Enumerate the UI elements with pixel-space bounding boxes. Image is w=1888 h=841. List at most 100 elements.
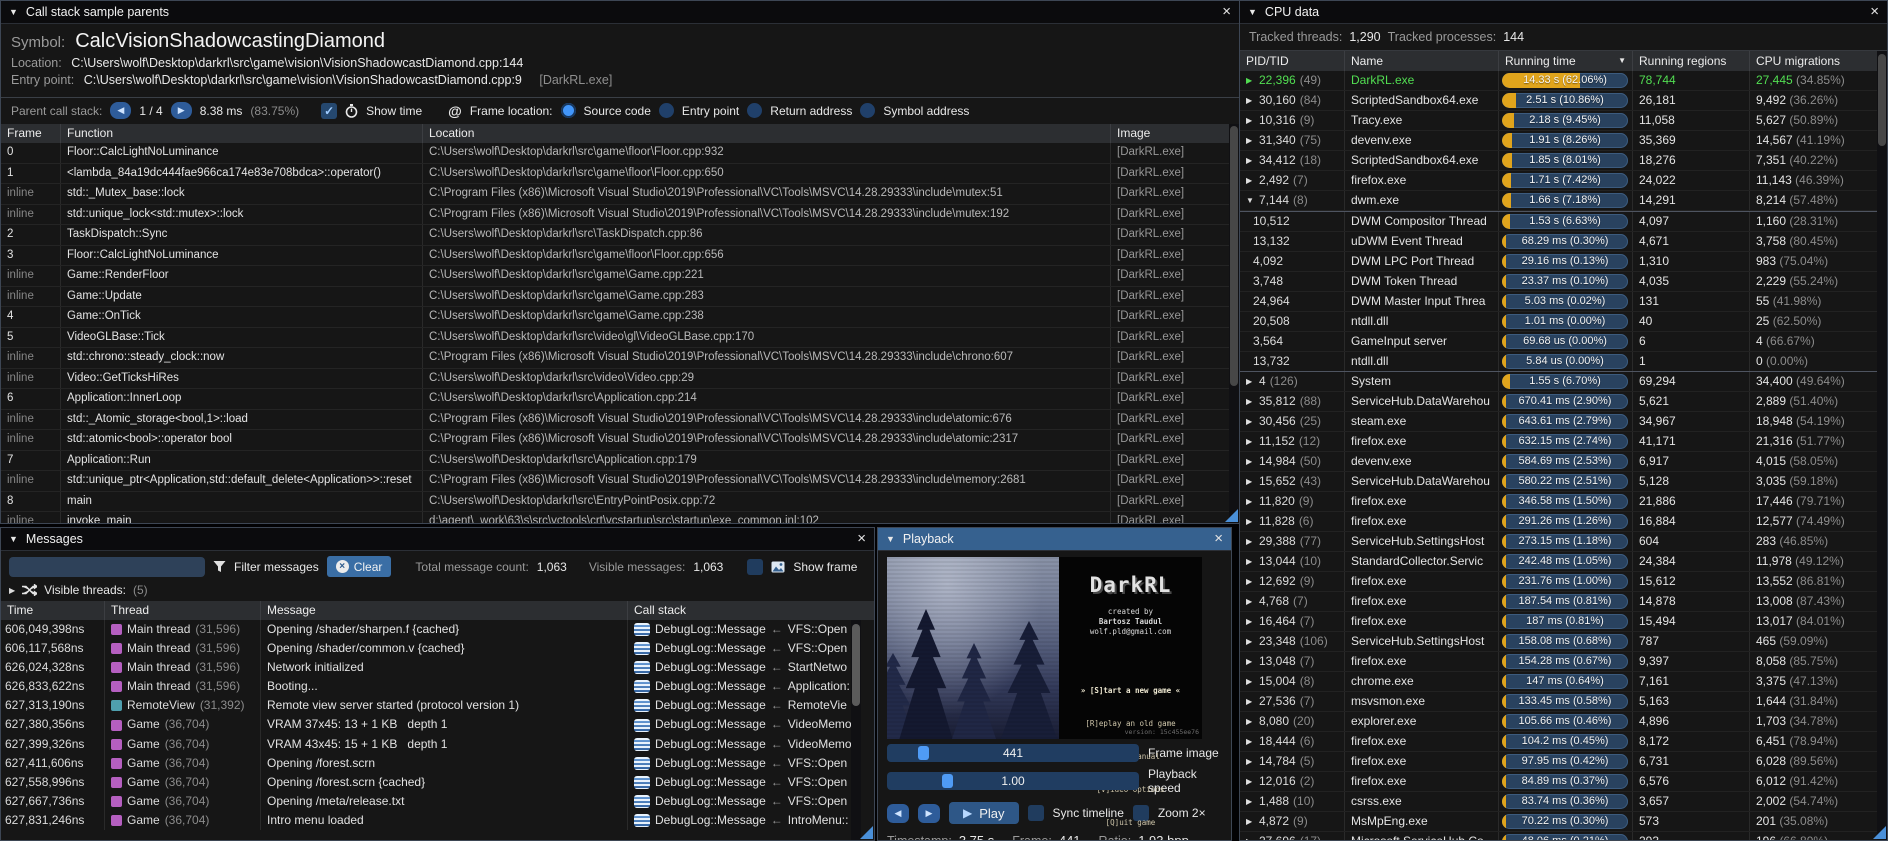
- messages-scrollbar[interactable]: [851, 620, 861, 840]
- expand-icon[interactable]: ▶: [1246, 812, 1255, 831]
- callstack-row[interactable]: inline std::chrono::steady_clock::now C:…: [1, 348, 1239, 369]
- expand-icon[interactable]: ▶: [1246, 712, 1255, 731]
- cpu-process-row[interactable]: ▶ 14,784 (5) firefox.exe 97.95 ms (0.42%…: [1240, 752, 1887, 772]
- expand-icon[interactable]: ▶: [1246, 111, 1255, 130]
- cpu-process-row[interactable]: ▶ 12,016 (2) firefox.exe 84.89 ms (0.37%…: [1240, 772, 1887, 792]
- expand-icon[interactable]: ▶: [1246, 792, 1255, 811]
- prev-frame-button[interactable]: ◀: [887, 804, 909, 823]
- cpu-process-row[interactable]: ▶ 30,160 (84) ScriptedSandbox64.exe 2.51…: [1240, 91, 1887, 111]
- message-row[interactable]: 627,313,190ns RemoteView (31,392) Remote…: [1, 696, 874, 715]
- close-icon[interactable]: ×: [857, 532, 866, 546]
- expand-icon[interactable]: ▶: [1246, 432, 1255, 451]
- expand-icon[interactable]: ▶: [1246, 412, 1255, 431]
- cpu-process-row[interactable]: ▶ 15,004 (8) chrome.exe 147 ms (0.64%) 7…: [1240, 672, 1887, 692]
- scrollbar-thumb[interactable]: [852, 624, 860, 706]
- col-pid-tid[interactable]: PID/TID: [1240, 51, 1345, 71]
- callstack-icon[interactable]: [634, 642, 650, 655]
- resize-grip[interactable]: [1873, 826, 1886, 839]
- cpu-process-row[interactable]: ▶ 4,872 (9) MsMpEng.exe 70.22 ms (0.30%)…: [1240, 812, 1887, 832]
- callstack-row[interactable]: 7 Application::Run C:\Users\wolf\Desktop…: [1, 451, 1239, 472]
- callstack-icon[interactable]: [634, 814, 650, 827]
- resize-grip[interactable]: [860, 826, 873, 839]
- cpu-process-row[interactable]: ▶ 14,984 (50) devenv.exe 584.69 ms (2.53…: [1240, 452, 1887, 472]
- expand-icon[interactable]: ▶: [1246, 652, 1255, 671]
- close-icon[interactable]: ×: [1870, 5, 1879, 19]
- cpu-process-row[interactable]: 24,964 DWM Master Input Threa 5.03 ms (0…: [1240, 292, 1887, 312]
- cpu-process-row[interactable]: ▶ 11,820 (9) firefox.exe 346.58 ms (1.50…: [1240, 492, 1887, 512]
- expand-icon[interactable]: ▶: [1246, 131, 1255, 150]
- callstack-row[interactable]: 3 Floor::CalcLightNoLuminance C:\Users\w…: [1, 246, 1239, 267]
- radio-return-address[interactable]: [747, 103, 762, 118]
- show-frame-checkbox[interactable]: [747, 559, 763, 575]
- callstack-row[interactable]: inline std::_Mutex_base::lock C:\Program…: [1, 184, 1239, 205]
- cpu-process-row[interactable]: ▶ 18,444 (6) firefox.exe 104.2 ms (0.45%…: [1240, 732, 1887, 752]
- cpu-process-row[interactable]: ▶ 1,488 (10) csrss.exe 83.74 ms (0.36%) …: [1240, 792, 1887, 812]
- message-row[interactable]: 627,667,736ns Game (36,704) Opening /met…: [1, 792, 874, 811]
- col-name[interactable]: Name: [1345, 51, 1499, 71]
- expand-icon[interactable]: ▶: [1246, 372, 1255, 391]
- message-row[interactable]: 627,399,326ns Game (36,704) VRAM 43x45: …: [1, 735, 874, 754]
- expand-icon[interactable]: ▶: [1246, 151, 1255, 170]
- cpu-process-row[interactable]: 3,748 DWM Token Thread 23.37 ms (0.10%) …: [1240, 272, 1887, 292]
- message-row[interactable]: 627,411,606ns Game (36,704) Opening /for…: [1, 754, 874, 773]
- message-row[interactable]: 606,117,568ns Main thread (31,596) Openi…: [1, 639, 874, 658]
- callstack-row[interactable]: 0 Floor::CalcLightNoLuminance C:\Users\w…: [1, 143, 1239, 164]
- cpu-process-row[interactable]: 13,732 ntdll.dll 5.84 us (0.00%) 1 0 (0.…: [1240, 352, 1887, 372]
- messages-titlebar[interactable]: ▼ Messages ×: [1, 528, 874, 551]
- col-frame[interactable]: Frame: [1, 124, 61, 143]
- col-callstack[interactable]: Call stack: [628, 601, 874, 620]
- callstack-row[interactable]: inline invoke_main d:\agent\_work\63\s\s…: [1, 512, 1239, 523]
- callstack-row[interactable]: 6 Application::InnerLoop C:\Users\wolf\D…: [1, 389, 1239, 410]
- radio-entry-point[interactable]: [659, 103, 674, 118]
- prev-parent-button[interactable]: ◀: [110, 102, 131, 119]
- cpu-process-row[interactable]: ▶ 4 (126) System 1.55 s (6.70%) 69,294 3…: [1240, 372, 1887, 392]
- cpu-process-row[interactable]: 3,564 GameInput server 69.68 us (0.00%) …: [1240, 332, 1887, 352]
- cpu-process-row[interactable]: 13,132 uDWM Event Thread 68.29 ms (0.30%…: [1240, 232, 1887, 252]
- callstack-row[interactable]: 5 VideoGLBase::Tick C:\Users\wolf\Deskto…: [1, 328, 1239, 349]
- cpu-process-row[interactable]: ▶ 11,828 (6) firefox.exe 291.26 ms (1.26…: [1240, 512, 1887, 532]
- expand-icon[interactable]: ▼: [1246, 191, 1255, 210]
- expand-icon[interactable]: ▶: [1246, 832, 1255, 840]
- radio-source-code[interactable]: [561, 103, 576, 118]
- expand-icon[interactable]: ▶: [1246, 592, 1255, 611]
- col-image[interactable]: Image: [1111, 124, 1239, 143]
- callstack-row[interactable]: inline Video::GetTicksHiRes C:\Users\wol…: [1, 369, 1239, 390]
- callstack-icon[interactable]: [634, 738, 650, 751]
- callstack-titlebar[interactable]: ▼ Call stack sample parents ×: [1, 1, 1239, 24]
- cpu-process-row[interactable]: ▶ 2,492 (7) firefox.exe 1.71 s (7.42%) 2…: [1240, 171, 1887, 191]
- col-message[interactable]: Message: [261, 601, 628, 620]
- callstack-row[interactable]: 2 TaskDispatch::Sync C:\Users\wolf\Deskt…: [1, 225, 1239, 246]
- callstack-row[interactable]: 1 <lambda_84a19dc444fae966ca174e83e708bd…: [1, 164, 1239, 185]
- cpu-process-row[interactable]: ▶ 31,340 (75) devenv.exe 1.91 s (8.26%) …: [1240, 131, 1887, 151]
- expand-icon[interactable]: ▶: [1246, 572, 1255, 591]
- cpu-process-row[interactable]: 4,092 DWM LPC Port Thread 29.16 ms (0.13…: [1240, 252, 1887, 272]
- expand-icon[interactable]: ▶: [1246, 512, 1255, 531]
- close-icon[interactable]: ×: [1214, 532, 1223, 546]
- expand-icon[interactable]: ▶: [1246, 772, 1255, 791]
- callstack-icon[interactable]: [634, 699, 650, 712]
- col-location[interactable]: Location: [423, 124, 1111, 143]
- resize-grip[interactable]: [1225, 509, 1238, 522]
- scrollbar-thumb[interactable]: [1230, 126, 1238, 386]
- cpu-process-row[interactable]: ▶ 34,412 (18) ScriptedSandbox64.exe 1.85…: [1240, 151, 1887, 171]
- cpu-process-row[interactable]: ▶ 16,464 (7) firefox.exe 187 ms (0.81%) …: [1240, 612, 1887, 632]
- next-parent-button[interactable]: ▶: [171, 102, 192, 119]
- callstack-row[interactable]: 8 main C:\Users\wolf\Desktop\darkrl\src\…: [1, 492, 1239, 513]
- filter-input[interactable]: [9, 557, 205, 577]
- cpu-process-row[interactable]: ▼ 7,144 (8) dwm.exe 1.66 s (7.18%) 14,29…: [1240, 191, 1887, 211]
- callstack-row[interactable]: inline std::unique_ptr<Application,std::…: [1, 471, 1239, 492]
- visible-threads-row[interactable]: ▶ Visible threads: (5): [1, 582, 874, 601]
- expand-icon[interactable]: ▶: [1246, 532, 1255, 551]
- message-row[interactable]: 627,380,356ns Game (36,704) VRAM 37x45: …: [1, 715, 874, 734]
- cpu-process-row[interactable]: ▶ 27,696 (17) Microsoft.ServiceHub.Co 48…: [1240, 832, 1887, 840]
- collapse-icon[interactable]: ▼: [886, 534, 895, 544]
- collapse-icon[interactable]: ▼: [9, 7, 18, 17]
- show-time-checkbox[interactable]: ✓: [321, 103, 337, 119]
- cpu-process-row[interactable]: ▶ 15,652 (43) ServiceHub.DataWarehou 580…: [1240, 472, 1887, 492]
- clear-button[interactable]: × Clear: [327, 556, 392, 577]
- col-cpu-migrations[interactable]: CPU migrations: [1750, 51, 1887, 71]
- cpu-process-row[interactable]: ▶ 13,044 (10) StandardCollector.Servic 2…: [1240, 552, 1887, 572]
- expand-icon[interactable]: ▶: [1246, 552, 1255, 571]
- message-row[interactable]: 627,558,996ns Game (36,704) Opening /for…: [1, 773, 874, 792]
- expand-icon[interactable]: ▶: [1246, 672, 1255, 691]
